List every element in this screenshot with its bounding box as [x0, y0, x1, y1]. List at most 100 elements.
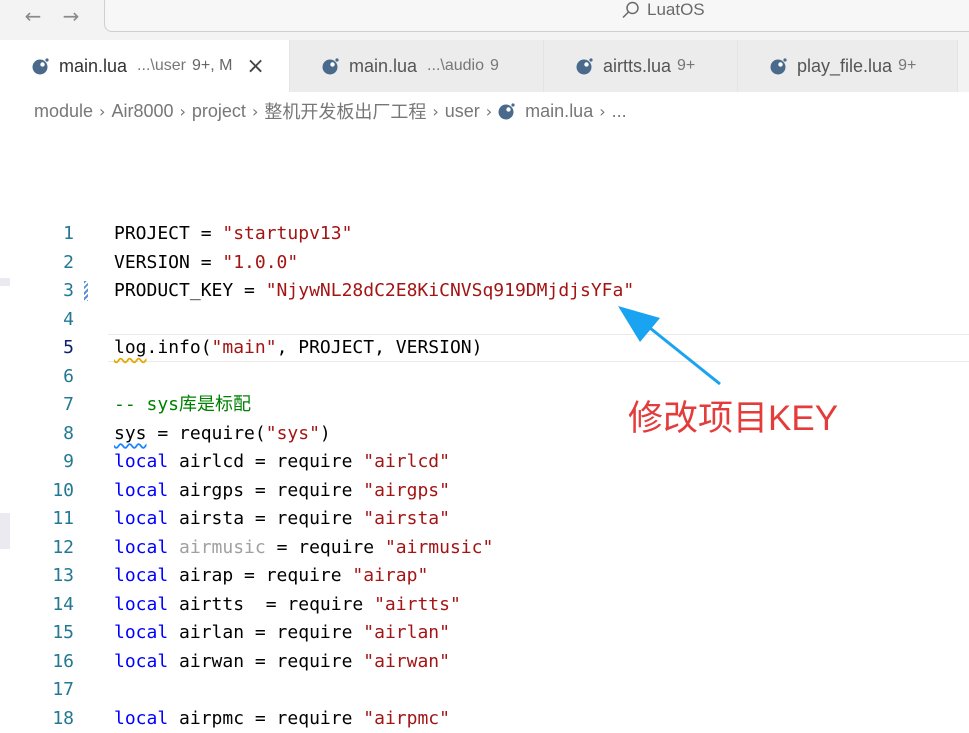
code-token: "airap"	[352, 565, 429, 586]
close-icon[interactable]: ×	[246, 54, 264, 79]
breadcrumb-label: Air8000	[111, 100, 174, 121]
code-text: log.info("main", PROJECT, VERSION)	[114, 334, 482, 362]
tab-label: airtts.lua	[603, 55, 672, 76]
lua-file-icon	[322, 57, 339, 74]
code-text: PRODUCT_KEY = "NjywNL28dC2E8KiCNVSq919DM…	[114, 277, 634, 305]
chevron-right-icon: ›	[432, 101, 439, 121]
code-line[interactable]: 18 local airpmc = require "airpmc"	[0, 705, 969, 733]
line-number: 2	[63, 251, 74, 273]
code-line[interactable]: 17	[0, 676, 969, 704]
breadcrumb-label: project	[191, 100, 246, 121]
code-text: local airpmc = require "airpmc"	[114, 705, 450, 733]
breadcrumb: module › Air8000 › project › 整机开发板出厂工程 › user › ma…	[0, 92, 969, 130]
code-line[interactable]: 13 local airap = require "airap"	[0, 562, 969, 590]
code-token: .info(	[146, 337, 212, 358]
line-number: 12	[52, 536, 74, 558]
code-text: local airlcd = require "airlcd"	[114, 448, 450, 476]
code-line[interactable]: 1 PROJECT = "startupv13"	[0, 220, 969, 248]
tab-label: play_file.lua	[797, 55, 893, 76]
code-token: "airtts"	[374, 593, 461, 615]
code-line[interactable]: 3 PRODUCT_KEY = "NjywNL28dC2E8KiCNVSq919D…	[0, 277, 969, 305]
line-number: 8	[63, 422, 74, 444]
chevron-right-icon: ›	[99, 101, 106, 121]
breadcrumb-item[interactable]: ...	[612, 101, 627, 122]
code-token: airlcd = require	[168, 451, 364, 472]
code-token: local	[114, 593, 169, 615]
code-text: local airsta = require "airsta"	[114, 505, 450, 533]
lua-file-icon	[32, 57, 49, 74]
code-token: local	[114, 707, 169, 729]
code-text: PROJECT = "startupv13"	[114, 220, 352, 248]
code-text: VERSION = "1.0.0"	[114, 249, 298, 277]
code-line[interactable]: 9 local airlcd = require "airlcd"	[0, 448, 969, 476]
code-line[interactable]: 10 local airgps = require "airgps"	[0, 477, 969, 505]
code-token: "main"	[211, 337, 277, 358]
code-line[interactable]: 16 local airwan = require "airwan"	[0, 648, 969, 676]
code-token: , PROJECT, VERSION)	[276, 337, 483, 358]
problem-count-badge: 9+, M	[191, 57, 233, 74]
code-line[interactable]: 14 local airtts = require "airtts"	[0, 591, 969, 619]
arrow-left-icon[interactable]: ←	[20, 4, 46, 28]
title-bar: ← → LuatOS	[0, 0, 969, 40]
code-line[interactable]: 5 log.info("main", PROJECT, VERSION)	[0, 334, 969, 362]
line-number: 18	[52, 707, 74, 729]
code-token: PRODUCT_KEY =	[114, 280, 266, 301]
tab-label: main.lua	[59, 55, 128, 76]
code-text: sys = require("sys")	[114, 420, 331, 448]
breadcrumb-label: 整机开发板出厂工程	[264, 102, 427, 122]
line-number: 5	[63, 337, 74, 358]
breadcrumb-item[interactable]: 整机开发板出厂工程	[264, 98, 426, 124]
breadcrumb-item[interactable]: main.lua	[498, 101, 593, 122]
breadcrumb-item[interactable]: project	[192, 101, 246, 122]
code-line[interactable]: 12 local airmusic = require "airmusic"	[0, 534, 969, 562]
editor-tabs: main.lua ...\user 9+, M × main.lua ...\audio 9…	[0, 40, 969, 92]
breadcrumb-item[interactable]: module	[34, 101, 93, 122]
code-token: airmusic	[179, 536, 266, 558]
tab-main-lua-1[interactable]: main.lua ...\audio 9	[290, 40, 544, 92]
line-number: 6	[63, 365, 74, 387]
code-token: airtts = require	[168, 593, 375, 615]
code-token: airwan = require	[168, 650, 364, 672]
code-token: local	[114, 451, 169, 472]
line-number: 16	[52, 650, 74, 672]
code-token: sys	[114, 422, 147, 444]
code-line[interactable]: 4	[0, 306, 969, 334]
line-number: 10	[52, 479, 74, 501]
breadcrumb-label: ...	[611, 100, 627, 121]
code-text: -- sys库是标配	[114, 391, 251, 419]
arrow-right-icon[interactable]: →	[58, 4, 84, 28]
code-text: local airmusic = require "airmusic"	[114, 534, 493, 562]
code-token: "NjywNL28dC2E8KiCNVSq919DMjdjsYFa"	[265, 280, 635, 301]
code-line[interactable]: 6	[0, 363, 969, 391]
code-line[interactable]: 2 VERSION = "1.0.0"	[0, 249, 969, 277]
code-line[interactable]: 11 local airsta = require "airsta"	[0, 505, 969, 533]
code-token: log	[114, 337, 147, 358]
code-token: local	[114, 536, 169, 558]
line-number: 1	[63, 223, 74, 244]
code-token: airsta = require	[168, 508, 364, 529]
line-number: 17	[52, 679, 74, 700]
breadcrumb-item[interactable]: user	[445, 101, 480, 122]
line-number: 9	[63, 451, 74, 472]
code-token: = require	[265, 536, 385, 558]
code-token: "airpmc"	[363, 707, 450, 729]
line-number: 4	[63, 308, 74, 330]
breadcrumb-item[interactable]: Air8000	[111, 101, 173, 122]
window-title: LuatOS	[647, 0, 705, 19]
problem-count-badge: 9	[489, 57, 499, 74]
chevron-right-icon: ›	[179, 101, 186, 121]
tab-play_file-lua-3[interactable]: play_file.lua 9+	[738, 40, 958, 92]
problem-count-badge: 9+	[898, 57, 917, 74]
breadcrumb-label: module	[34, 100, 94, 121]
code-line[interactable]: 15 local airlan = require "airlan"	[0, 619, 969, 647]
code-token: local	[114, 508, 169, 529]
problem-count-badge: 9+	[677, 57, 696, 74]
search-icon	[622, 1, 639, 19]
command-center-search[interactable]: LuatOS	[104, 0, 969, 32]
code-token: local	[114, 565, 169, 586]
tab-main-lua-0[interactable]: main.lua ...\user 9+, M ×	[0, 40, 290, 92]
tab-airtts-lua-2[interactable]: airtts.lua 9+	[544, 40, 738, 92]
code-text: local airlan = require "airlan"	[114, 619, 450, 647]
code-token: )	[319, 422, 331, 444]
code-token: airpmc = require	[168, 707, 364, 729]
